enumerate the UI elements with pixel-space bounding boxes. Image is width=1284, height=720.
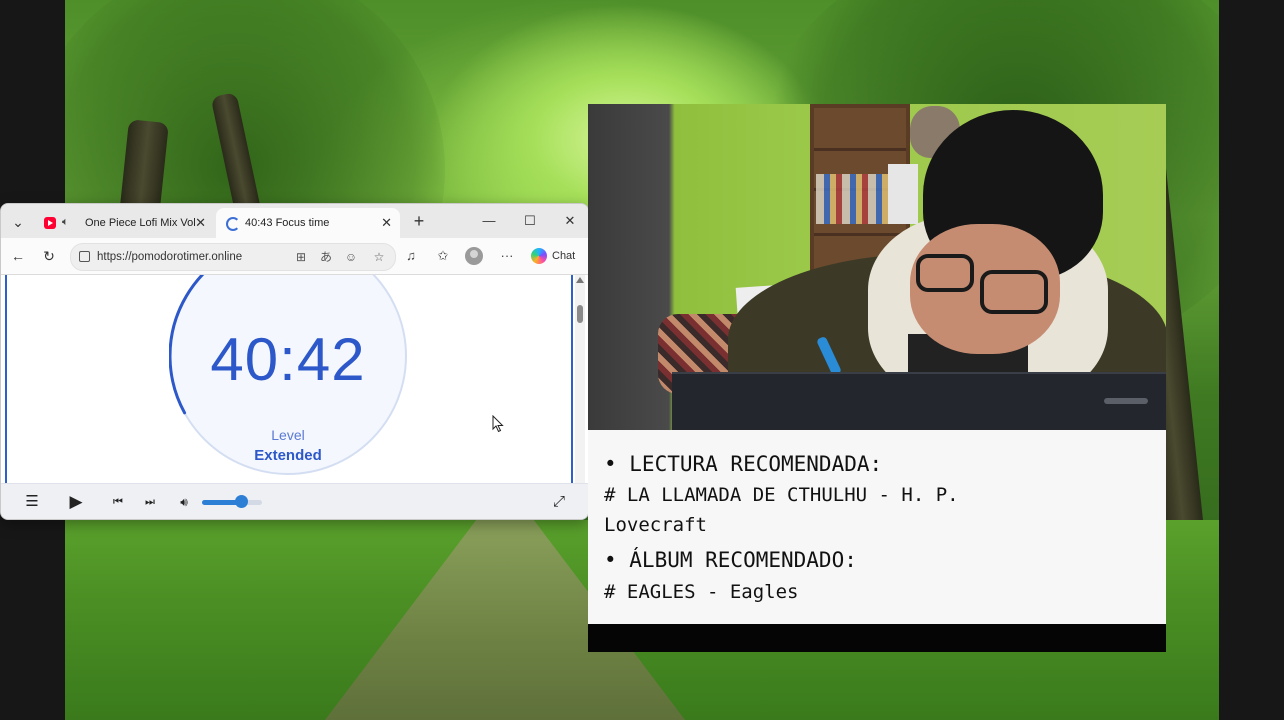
tab-strip: ⌄ 🔈︎ One Piece Lofi Mix Vol.I ✕ 40:43 Fo… [1, 204, 588, 238]
maximize-button[interactable]: ☐ [519, 210, 541, 232]
media-control-icon[interactable]: ♫ [401, 246, 421, 266]
close-window-button[interactable]: ✕ [559, 210, 581, 232]
right-dark-edge [1219, 0, 1284, 720]
chevron-down-icon: ⌄ [12, 214, 24, 230]
play-icon[interactable]: ▶ [66, 492, 86, 512]
refresh-button[interactable]: ↻ [39, 246, 59, 266]
favorite-star-icon[interactable]: ☆ [371, 249, 387, 265]
tab-title: 40:43 Focus time [245, 217, 330, 229]
glasses [916, 254, 974, 292]
profile-avatar[interactable] [465, 247, 483, 265]
page-border-right [571, 275, 573, 483]
books [816, 174, 896, 224]
volume-slider-handle[interactable] [235, 495, 248, 508]
url-text: https://pomodorotimer.online [97, 251, 243, 263]
translate-icon[interactable]: あ [318, 249, 334, 265]
tab-lofi-mix[interactable]: 🔈︎ One Piece Lofi Mix Vol.I ✕ [34, 208, 214, 238]
url-input[interactable]: https://pomodorotimer.online ⊞ あ ☺ ☆ [70, 243, 396, 271]
album-heading: • ÁLBUM RECOMENDADO: [604, 548, 857, 572]
speaker-icon[interactable]: 🔈︎ [62, 216, 74, 228]
tab-title: One Piece Lofi Mix Vol.I [85, 217, 195, 229]
previous-track-icon[interactable]: ⏮ [108, 492, 128, 512]
glasses [980, 270, 1048, 314]
loading-spinner-icon [226, 217, 240, 231]
menu-icon[interactable]: ☰ [22, 492, 42, 512]
copilot-chat-button[interactable]: Chat [527, 245, 583, 267]
recommendations-panel: • LECTURA RECOMENDADA: # LA LLAMADA DE C… [588, 430, 1166, 624]
volume-icon[interactable]: 🔊︎ [174, 492, 194, 512]
address-bar: ← ↻ https://pomodorotimer.online ⊞ あ ☺ ☆… [1, 238, 588, 275]
back-button[interactable]: ← [8, 246, 28, 266]
app-available-icon[interactable]: ⊞ [293, 249, 309, 265]
reading-heading: • LECTURA RECOMENDADA: [604, 452, 883, 476]
minimize-button[interactable]: — [478, 210, 500, 232]
browser-window: ⌄ 🔈︎ One Piece Lofi Mix Vol.I ✕ 40:43 Fo… [0, 203, 589, 520]
scroll-up-icon[interactable] [576, 277, 584, 283]
laptop [672, 372, 1166, 430]
refresh-icon: ↻ [43, 248, 55, 264]
reading-author: Lovecraft [604, 514, 707, 536]
timer-display: 40:42 [210, 326, 366, 393]
page-content: 40:42 Level Extended [1, 275, 588, 483]
level-label: Level [271, 427, 305, 443]
next-track-icon[interactable]: ⏭ [140, 492, 160, 512]
album-title: # EAGLES - Eagles [604, 581, 799, 603]
level-value[interactable]: Extended [169, 447, 407, 464]
shopping-icon[interactable]: ☺ [343, 249, 359, 265]
more-options-icon[interactable]: ··· [497, 246, 517, 266]
tab-list-button[interactable]: ⌄ [6, 210, 30, 234]
page-border-left [5, 275, 7, 483]
close-tab-icon[interactable]: ✕ [381, 208, 392, 238]
fullscreen-icon[interactable]: ⤢ [549, 492, 569, 512]
arrow-left-icon: ← [11, 248, 25, 264]
youtube-icon [44, 217, 56, 229]
chat-label: Chat [552, 250, 576, 262]
scrollbar-thumb[interactable] [577, 305, 583, 323]
close-tab-icon[interactable]: ✕ [195, 208, 206, 238]
site-info-icon[interactable] [79, 251, 90, 262]
tab-focus-time[interactable]: 40:43 Focus time ✕ [216, 208, 400, 238]
reading-title: # LA LLAMADA DE CTHULHU - H. P. [604, 484, 959, 506]
white-box [888, 164, 918, 224]
copilot-icon [531, 248, 547, 264]
media-player-bar: ☰ ▶ ⏮ ⏭ 🔊︎ ⤢ [1, 483, 588, 519]
new-tab-button[interactable]: + [408, 210, 430, 232]
favorites-icon[interactable]: ✩ [433, 246, 453, 266]
black-bar [588, 624, 1166, 652]
webcam-feed [588, 104, 1166, 430]
